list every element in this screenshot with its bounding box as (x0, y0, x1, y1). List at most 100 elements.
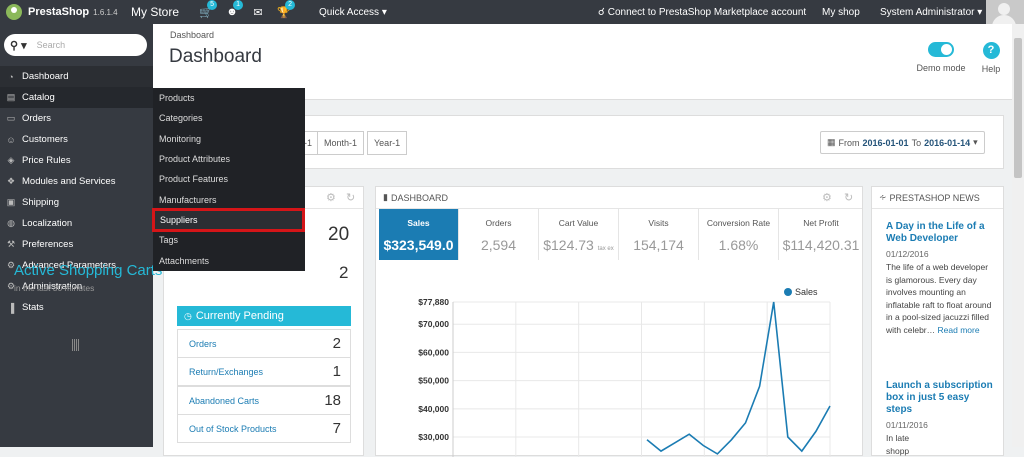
sidebar-item-customers[interactable]: ☺ Customers (0, 129, 153, 150)
version-label: 1.6.1.4 (93, 7, 118, 17)
kpi-conversion-rate-tab[interactable]: Conversion Rate 1.68% (699, 209, 779, 260)
kpi-net-profit-tab[interactable]: Net Profit $114,420.31 (779, 209, 863, 260)
sidebar-item-dashboard[interactable]: ◔ Dashboard (0, 66, 153, 87)
refresh-icon[interactable]: ↻ (844, 191, 853, 204)
logo-text: PrestaShop (28, 6, 90, 18)
admin-menu[interactable]: System Administrator ▾ (880, 0, 982, 24)
pending-title: Currently Pending (195, 310, 284, 322)
avatar[interactable] (986, 0, 1024, 24)
sidebar-item-label: Shipping (22, 197, 59, 208)
kpi-sales-tab[interactable]: Sales $323,549.0 (379, 209, 459, 260)
pending-returns-row[interactable]: Return/Exchanges 1 (177, 357, 351, 386)
store-name[interactable]: My Store (131, 5, 179, 19)
bar-chart-icon: ▐ (7, 302, 15, 313)
news-article-title[interactable]: Launch a subscription box in just 5 easy… (886, 380, 996, 416)
news-article-title[interactable]: A Day in the Life of a Web Developer (886, 221, 996, 245)
connect-marketplace-link[interactable]: ☌ Connect to PrestaShop Marketplace accou… (598, 0, 806, 24)
sidebar-item-label: Dashboard (22, 71, 69, 82)
demo-mode-toggle[interactable]: Demo mode (915, 42, 967, 73)
search-placeholder: Search (36, 40, 66, 50)
submenu-item-attachments[interactable]: Attachments (153, 250, 305, 270)
sidebar-item-shipping[interactable]: ▣ Shipping (0, 192, 153, 213)
configure-gear-icon[interactable]: ⚙ (822, 191, 832, 204)
submenu-item-product-features[interactable]: Product Features (153, 169, 305, 189)
help-label: Help (981, 64, 1001, 74)
dashboard-panel-header: ▮ DASHBOARD (376, 187, 862, 209)
question-icon: ? (982, 42, 1000, 59)
search-icon: ⚲ ▾ (10, 39, 27, 52)
prestashop-logo-icon (6, 4, 22, 20)
read-more-link[interactable]: Read more (938, 325, 980, 335)
collapse-sidebar-handle[interactable] (72, 339, 80, 351)
pending-label: Orders (189, 338, 217, 349)
calendar-icon: ▦ (827, 137, 836, 147)
sidebar-item-label: Modules and Services (22, 176, 116, 187)
sidebar-item-modules[interactable]: ❖ Modules and Services (0, 171, 153, 192)
sidebar-item-orders[interactable]: ▭ Orders (0, 108, 153, 129)
sidebar-item-catalog[interactable]: ▤ Catalog (0, 87, 153, 108)
kpi-label: Cart Value (558, 218, 599, 228)
kpi-cart-value-tab[interactable]: Cart Value $124.73 tax ex (539, 209, 619, 260)
breadcrumb[interactable]: Dashboard (170, 30, 214, 40)
legend-label: Sales (795, 287, 818, 297)
customer-notification-button[interactable]: ☻ 1 (219, 0, 245, 24)
trophy-badge: 2 (285, 0, 296, 10)
help-button[interactable]: ? Help (977, 42, 1005, 74)
submenu-item-tags[interactable]: Tags (153, 230, 305, 250)
sidebar-item-stats[interactable]: ▐ Stats (0, 297, 153, 318)
credit-card-icon: ▭ (6, 113, 16, 123)
pending-orders-row[interactable]: Orders 2 (177, 329, 351, 358)
dashboard-panel-title: DASHBOARD (390, 192, 448, 203)
kpi-visits-tab[interactable]: Visits 154,174 (619, 209, 699, 260)
refresh-icon[interactable]: ↻ (346, 191, 355, 204)
news-article: A Day in the Life of a Web Developer 01/… (886, 221, 996, 336)
year-minus-1-button[interactable]: Year-1 (367, 131, 408, 155)
dashboard-panel: ▮ DASHBOARD ⚙ ↻ Sales $323,549.0 Orders 2,5… (375, 186, 863, 457)
demo-mode-label: Demo mode (916, 63, 966, 73)
online-visitors-count: 20 (328, 224, 350, 245)
sidebar-item-label: Customers (22, 134, 68, 145)
kpi-label: Visits (648, 218, 669, 228)
submenu-item-categories[interactable]: Categories (153, 108, 305, 128)
sidebar: ⚲ ▾ Search ◔ Dashboard ▤ Catalog ▭ Orders ☺… (0, 24, 153, 447)
wrench-icon: ⚒ (6, 239, 16, 249)
sidebar-item-price-rules[interactable]: ◈ Price Rules (0, 150, 153, 171)
configure-gear-icon[interactable]: ⚙ (326, 191, 336, 204)
sidebar-item-localization[interactable]: ◍ Localization (0, 213, 153, 234)
message-notification-button[interactable]: ✉ (245, 0, 271, 24)
logo[interactable]: PrestaShop 1.6.1.4 (0, 0, 131, 24)
to-date: 2016-01-14 (924, 137, 971, 148)
submenu-item-product-attributes[interactable]: Product Attributes (153, 149, 305, 169)
submenu-item-products[interactable]: Products (153, 88, 305, 108)
page-scrollbar[interactable] (1012, 24, 1024, 447)
kpi-label: Net Profit (803, 218, 839, 228)
submenu-item-manufacturers[interactable]: Manufacturers (153, 189, 305, 209)
toggle-switch-icon (928, 42, 954, 57)
y-tick-label: $70,000 (418, 319, 449, 329)
pending-value: 1 (332, 363, 341, 380)
submenu-item-suppliers[interactable]: Suppliers (152, 207, 305, 233)
date-range-picker[interactable]: ▦ From 2016-01-01 To 2016-01-14 ▾ (820, 131, 985, 154)
page-title: Dashboard (169, 46, 262, 67)
cart-notification-button[interactable]: 🛒 5 (193, 0, 219, 24)
y-tick-label: $30,000 (418, 432, 449, 442)
month-minus-1-button[interactable]: Month-1 (317, 131, 365, 155)
active-carts-count: 2 (339, 263, 349, 282)
active-carts-title: Active Shopping Carts (14, 262, 163, 279)
pending-abandoned-carts-row[interactable]: Abandoned Carts 18 (177, 386, 351, 415)
news-article-body: The life of a web developer is glamorous… (886, 261, 996, 336)
pending-value: 7 (332, 420, 341, 437)
kpi-value: 154,174 (633, 237, 684, 253)
scrollbar-thumb[interactable] (1014, 38, 1022, 178)
sidebar-item-label: Catalog (22, 92, 55, 103)
kpi-value-number: $124.73 (543, 237, 594, 253)
kpi-orders-tab[interactable]: Orders 2,594 (459, 209, 539, 260)
submenu-item-monitoring[interactable]: Monitoring (153, 129, 305, 149)
trophy-notification-button[interactable]: 🏆 2 (271, 0, 297, 24)
search-input[interactable]: ⚲ ▾ Search (4, 34, 147, 56)
my-shop-link[interactable]: My shop (822, 0, 860, 24)
pending-out-of-stock-row[interactable]: Out of Stock Products 7 (177, 414, 351, 443)
quick-access-dropdown[interactable]: Quick Access ▾ (319, 7, 387, 18)
sidebar-item-preferences[interactable]: ⚒ Preferences (0, 234, 153, 255)
caret-down-icon: ▾ (973, 137, 978, 147)
